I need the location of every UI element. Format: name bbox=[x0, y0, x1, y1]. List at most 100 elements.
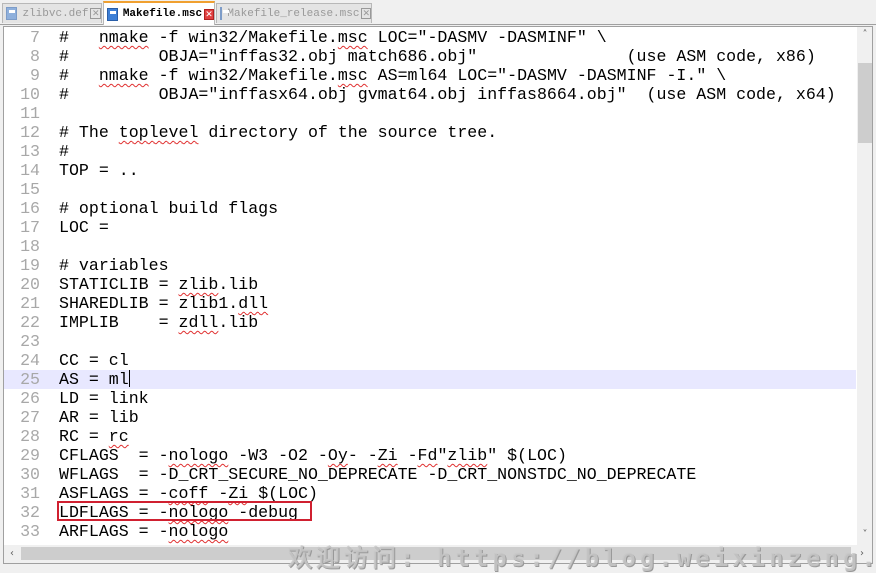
line-number: 22 bbox=[20, 313, 40, 332]
code-line[interactable]: 27 AR = lib bbox=[4, 408, 856, 427]
line-number: 29 bbox=[20, 446, 40, 465]
code-line[interactable]: 23 bbox=[4, 332, 856, 351]
code-line[interactable]: 26 LD = link bbox=[4, 389, 856, 408]
code-line[interactable]: 21 SHAREDLIB = zlib1.dll bbox=[4, 294, 856, 313]
line-number: 10 bbox=[20, 85, 40, 104]
line-text: # variables bbox=[59, 256, 169, 275]
tab-label: zlibvc.def bbox=[22, 7, 89, 20]
code-text: # variables bbox=[59, 256, 169, 275]
line-number: 8 bbox=[30, 47, 40, 66]
line-number: 32 bbox=[20, 503, 40, 522]
code-line[interactable]: 25 AS = ml bbox=[4, 370, 856, 389]
code-text: STATICLIB = bbox=[59, 275, 179, 294]
misspelled-word: msc bbox=[337, 66, 368, 85]
tab-label: Makefile_release.msc bbox=[227, 7, 360, 20]
line-number: 17 bbox=[20, 218, 40, 237]
scroll-left-icon[interactable]: ‹ bbox=[4, 546, 20, 562]
code-text: - bbox=[397, 446, 418, 465]
tab-zlibvc-def[interactable]: zlibvc.def ✕ bbox=[2, 3, 102, 23]
code-line[interactable]: 17 LOC = bbox=[4, 218, 856, 237]
code-line[interactable]: 10 # OBJA="inffasx64.obj gvmat64.obj inff… bbox=[4, 85, 856, 104]
line-number: 24 bbox=[20, 351, 40, 370]
scroll-up-icon[interactable]: ˄ bbox=[857, 27, 872, 43]
line-number: 16 bbox=[20, 199, 40, 218]
misspelled-word: zlib bbox=[447, 446, 488, 465]
file-icon bbox=[220, 7, 231, 20]
code-text: AR = lib bbox=[59, 408, 139, 427]
code-line[interactable]: 13 # bbox=[4, 142, 856, 161]
code-text: # OBJA="inffasx64.obj gvmat64.obj inffas… bbox=[59, 85, 836, 104]
close-icon[interactable]: ✕ bbox=[361, 8, 371, 19]
code-line[interactable]: 15 bbox=[4, 180, 856, 199]
line-text: # nmake -f win32/Makefile.msc LOC="-DASM… bbox=[59, 28, 607, 47]
tab-makefile-msc[interactable]: Makefile.msc ✕ bbox=[103, 1, 215, 25]
misspelled-word: nmake bbox=[98, 28, 149, 47]
line-number: 28 bbox=[20, 427, 40, 446]
code-line[interactable]: 12 # The toplevel directory of the source… bbox=[4, 123, 856, 142]
line-number: 27 bbox=[20, 408, 40, 427]
code-line[interactable]: 29 CFLAGS = -nologo -W3 -O2 -Oy- -Zi -Fd"… bbox=[4, 446, 856, 465]
tab-makefile-release-msc[interactable]: Makefile_release.msc ✕ bbox=[216, 3, 372, 23]
vertical-scrollbar[interactable]: ˄ ˅ bbox=[857, 27, 872, 545]
line-number: 20 bbox=[20, 275, 40, 294]
misspelled-word: Oy bbox=[327, 446, 348, 465]
code-line[interactable]: 9 # nmake -f win32/Makefile.msc AS=ml64 L… bbox=[4, 66, 856, 85]
line-text: SHAREDLIB = zlib1.dll bbox=[59, 294, 268, 313]
line-number: 30 bbox=[20, 465, 40, 484]
code-text: ARFLAGS = - bbox=[59, 522, 169, 541]
code-text: WFLAGS = -D_CRT_SECURE_NO_DEPRECATE -D_C… bbox=[59, 465, 697, 484]
line-text: TOP = .. bbox=[59, 161, 139, 180]
line-number: 18 bbox=[20, 237, 40, 256]
line-text: STATICLIB = zlib.lib bbox=[59, 275, 258, 294]
code-line[interactable]: 28 RC = rc bbox=[4, 427, 856, 446]
line-text: WFLAGS = -D_CRT_SECURE_NO_DEPRECATE -D_C… bbox=[59, 465, 696, 484]
code-text: TOP = .. bbox=[59, 161, 139, 180]
highlight-box bbox=[57, 501, 312, 521]
code-line[interactable]: 14 TOP = .. bbox=[4, 161, 856, 180]
line-text: # optional build flags bbox=[59, 199, 278, 218]
line-number: 26 bbox=[20, 389, 40, 408]
code-text: # The bbox=[59, 123, 119, 142]
code-text: # bbox=[59, 28, 99, 47]
line-text: AR = lib bbox=[59, 408, 139, 427]
code-text: - - bbox=[347, 446, 378, 465]
close-icon[interactable]: ✕ bbox=[90, 8, 101, 19]
misspelled-word: nologo bbox=[168, 522, 229, 541]
line-number: 21 bbox=[20, 294, 40, 313]
line-text: CC = cl bbox=[59, 351, 129, 370]
code-text: # OBJA="inffas32.obj match686.obj" (use … bbox=[59, 47, 816, 66]
code-text: RC = bbox=[59, 427, 109, 446]
line-number: 15 bbox=[20, 180, 40, 199]
misspelled-word: msc bbox=[337, 28, 368, 47]
code-line[interactable]: 24 CC = cl bbox=[4, 351, 856, 370]
vertical-scroll-thumb[interactable] bbox=[858, 63, 872, 143]
line-text: ARFLAGS = -nologo bbox=[59, 522, 228, 541]
misspelled-word: Fd bbox=[417, 446, 438, 465]
line-text: LD = link bbox=[59, 389, 149, 408]
code-text: " $(LOC) bbox=[487, 446, 567, 465]
code-line[interactable]: 8 # OBJA="inffas32.obj match686.obj" (use… bbox=[4, 47, 856, 66]
code-line[interactable]: 18 bbox=[4, 237, 856, 256]
line-text: CFLAGS = -nologo -W3 -O2 -Oy- -Zi -Fd"zl… bbox=[59, 446, 567, 465]
code-text: -f win32/Makefile. bbox=[148, 28, 338, 47]
code-line[interactable]: 11 bbox=[4, 104, 856, 123]
code-line[interactable]: 20 STATICLIB = zlib.lib bbox=[4, 275, 856, 294]
watermark: 欢迎访问: https://blog.weixinzeng.cn bbox=[288, 544, 876, 572]
line-number: 31 bbox=[20, 484, 40, 503]
close-icon[interactable]: ✕ bbox=[204, 8, 214, 20]
line-number: 13 bbox=[20, 142, 40, 161]
code-editor[interactable]: 33 ARFLAGS = -nologo 32 LDFLAGS = -nologo -… bbox=[3, 26, 873, 564]
code-line[interactable]: 19 # variables bbox=[4, 256, 856, 275]
line-text: IMPLIB = zdll.lib bbox=[59, 313, 258, 332]
code-line[interactable]: 30 WFLAGS = -D_CRT_SECURE_NO_DEPRECATE -D… bbox=[4, 465, 856, 484]
code-text: # bbox=[59, 66, 99, 85]
code-line[interactable]: 16 # optional build flags bbox=[4, 199, 856, 218]
line-number: 19 bbox=[20, 256, 40, 275]
line-number: 9 bbox=[30, 66, 40, 85]
code-line[interactable]: 7 # nmake -f win32/Makefile.msc LOC="-DAS… bbox=[4, 28, 856, 47]
line-text: # OBJA="inffasx64.obj gvmat64.obj inffas… bbox=[59, 85, 836, 104]
code-line[interactable]: 22 IMPLIB = zdll.lib bbox=[4, 313, 856, 332]
file-icon bbox=[107, 7, 118, 21]
line-text: # The toplevel directory of the source t… bbox=[59, 123, 497, 142]
misspelled-word: dll bbox=[238, 294, 269, 313]
